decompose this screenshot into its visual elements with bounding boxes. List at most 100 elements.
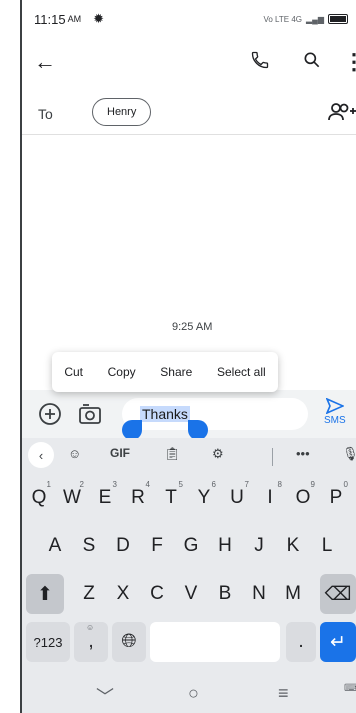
key-row-4: ?123 , ☺ 🌐︎ . ↵ xyxy=(22,622,356,662)
key-c[interactable]: C xyxy=(142,574,172,614)
key-v[interactable]: V xyxy=(176,574,206,614)
recipient-row: To Henry xyxy=(22,94,356,135)
microphone-icon[interactable]: 🎙︎ xyxy=(342,446,356,462)
key-u[interactable]: U7 xyxy=(222,478,252,518)
key-hint: 7 xyxy=(244,480,249,489)
add-people-icon[interactable] xyxy=(328,102,356,127)
key-hint: 9 xyxy=(310,480,315,489)
more-tools-icon[interactable]: ••• xyxy=(296,446,310,461)
status-time: 11:15 xyxy=(34,11,66,27)
app-bar: ← ⋮ xyxy=(22,40,356,84)
key-label: Q xyxy=(31,487,47,508)
language-globe-icon[interactable]: 🌐︎ xyxy=(112,622,146,662)
nav-recents-icon[interactable]: ≡ xyxy=(278,683,289,704)
sticker-icon[interactable]: ☺ xyxy=(68,446,81,461)
key-hint: 1 xyxy=(46,480,51,489)
phone-call-icon[interactable] xyxy=(250,50,270,75)
menu-item-copy[interactable]: Copy xyxy=(108,365,136,379)
message-input[interactable]: Thanks xyxy=(122,398,308,440)
send-sms-label: SMS xyxy=(324,415,346,426)
message-timestamp: 9:25 AM xyxy=(172,321,213,333)
key-hint: 5 xyxy=(178,480,183,489)
key-i[interactable]: I8 xyxy=(255,478,285,518)
comma-emoji-key[interactable]: , ☺ xyxy=(74,622,108,662)
key-o[interactable]: O9 xyxy=(288,478,318,518)
camera-icon[interactable] xyxy=(78,402,104,431)
screen: 11:15 AM ✹ Vo LTE 4G ▂▄▆ ← ⋮ To Henry 9:… xyxy=(0,0,356,713)
keyboard-settings-icon[interactable]: ⚙ xyxy=(212,446,224,462)
selection-start-handle[interactable] xyxy=(122,420,142,440)
key-z[interactable]: Z xyxy=(74,574,104,614)
key-q[interactable]: Q1 xyxy=(24,478,54,518)
status-icons: Vo LTE 4G ▂▄▆ xyxy=(263,14,348,24)
key-hint: 3 xyxy=(112,480,117,489)
key-x[interactable]: X xyxy=(108,574,138,614)
search-icon[interactable] xyxy=(302,50,322,75)
back-arrow-icon[interactable]: ← xyxy=(34,49,56,75)
clipboard-icon[interactable]: 📋︎ xyxy=(164,446,181,462)
key-j[interactable]: J xyxy=(244,526,274,566)
key-t[interactable]: T5 xyxy=(156,478,186,518)
key-g[interactable]: G xyxy=(176,526,206,566)
symbols-key[interactable]: ?123 xyxy=(26,622,70,662)
key-e[interactable]: E3 xyxy=(90,478,120,518)
more-options-icon[interactable]: ⋮ xyxy=(343,51,356,73)
key-row-3: ⬆ Z X C V B N M ⌫ xyxy=(22,574,356,614)
key-a[interactable]: A xyxy=(40,526,70,566)
selection-end-handle[interactable] xyxy=(188,420,208,440)
send-sms-button[interactable]: SMS xyxy=(324,397,346,426)
key-s[interactable]: S xyxy=(74,526,104,566)
message-text-selected[interactable]: Thanks xyxy=(140,406,190,422)
key-m[interactable]: M xyxy=(278,574,308,614)
comma-label: , xyxy=(88,631,94,652)
network-label: Vo LTE 4G xyxy=(263,14,303,24)
key-b[interactable]: B xyxy=(210,574,240,614)
shift-key[interactable]: ⬆ xyxy=(26,574,64,614)
key-label: E xyxy=(98,487,112,508)
nav-home-icon[interactable]: ○ xyxy=(188,683,199,704)
phone-screen: 11:15 AM ✹ Vo LTE 4G ▂▄▆ ← ⋮ To Henry 9:… xyxy=(22,0,356,713)
compose-bar: Thanks SMS xyxy=(22,390,356,440)
key-h[interactable]: H xyxy=(210,526,240,566)
space-key[interactable] xyxy=(150,622,280,662)
keyboard-switch-icon[interactable]: ⌨ xyxy=(344,683,356,694)
key-label: P xyxy=(329,487,343,508)
signal-icon: ▂▄▆ xyxy=(306,14,324,24)
key-label: I xyxy=(267,487,273,508)
menu-item-share[interactable]: Share xyxy=(160,365,192,379)
gif-button[interactable]: GIF xyxy=(110,446,130,460)
key-label: W xyxy=(63,487,81,508)
period-key[interactable]: . xyxy=(286,622,316,662)
key-hint: 2 xyxy=(79,480,84,489)
key-label: R xyxy=(131,487,145,508)
key-d[interactable]: D xyxy=(108,526,138,566)
nav-back-chevron-icon[interactable]: ﹀ xyxy=(96,683,114,709)
key-l[interactable]: L xyxy=(312,526,342,566)
key-n[interactable]: N xyxy=(244,574,274,614)
to-label: To xyxy=(38,106,53,122)
menu-item-select-all[interactable]: Select all xyxy=(217,365,266,379)
keyboard: ‹ ☺ GIF 📋︎ ⚙ ••• 🎙︎ Q1W2E3R4T5Y6U7I8O9P0… xyxy=(22,438,356,713)
key-p[interactable]: P0 xyxy=(321,478,351,518)
battery-icon xyxy=(328,14,348,24)
collapse-chevron-icon[interactable]: ‹ xyxy=(28,442,54,468)
keyboard-toolbar: ‹ ☺ GIF 📋︎ ⚙ ••• 🎙︎ xyxy=(22,438,356,474)
toolbar-divider xyxy=(272,448,273,466)
recipient-chip[interactable]: Henry xyxy=(92,98,152,126)
key-hint: 4 xyxy=(145,480,150,489)
key-k[interactable]: K xyxy=(278,526,308,566)
backspace-key[interactable]: ⌫ xyxy=(320,574,356,614)
key-y[interactable]: Y6 xyxy=(189,478,219,518)
menu-item-cut[interactable]: Cut xyxy=(64,365,83,379)
key-f[interactable]: F xyxy=(142,526,172,566)
status-bar: 11:15 AM ✹ Vo LTE 4G ▂▄▆ xyxy=(22,0,356,38)
add-attachment-icon[interactable] xyxy=(38,402,62,431)
key-r[interactable]: R4 xyxy=(123,478,153,518)
key-label: O xyxy=(295,487,311,508)
key-row-1: Q1W2E3R4T5Y6U7I8O9P0 xyxy=(22,478,356,518)
key-label: T xyxy=(165,487,177,508)
key-w[interactable]: W2 xyxy=(57,478,87,518)
key-hint: 6 xyxy=(211,480,216,489)
key-label: Y xyxy=(197,487,211,508)
enter-key[interactable]: ↵ xyxy=(320,622,356,662)
